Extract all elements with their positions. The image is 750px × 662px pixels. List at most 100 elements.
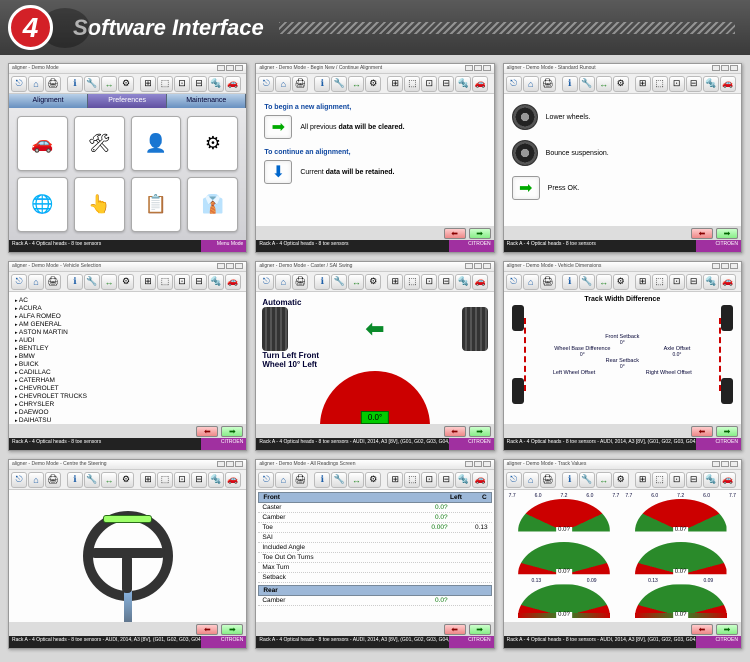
toolbar-button[interactable]: ⎋ [11, 274, 27, 290]
toolbar-button[interactable]: ℹ [562, 472, 578, 488]
forward-button[interactable]: ➡ [221, 426, 243, 437]
vehicle-item[interactable]: CATERHAM [13, 376, 242, 384]
vehicle-item[interactable]: AC [13, 296, 242, 304]
toolbar-button[interactable]: ⬚ [157, 76, 173, 92]
toolbar-button[interactable]: ⊟ [438, 472, 454, 488]
toolbar-button[interactable]: ⊟ [686, 76, 702, 92]
toolbar-button[interactable]: ⊟ [438, 274, 454, 290]
toolbar-button[interactable]: 🚗 [225, 76, 241, 92]
toolbar-button[interactable]: ⚙ [118, 76, 134, 92]
toolbar-button[interactable]: ⚙ [365, 76, 381, 92]
toolbar-button[interactable]: ↔ [348, 76, 364, 92]
window-controls[interactable] [217, 65, 243, 72]
app-icon[interactable]: 👔 [187, 177, 238, 232]
app-icon[interactable]: 📋 [131, 177, 182, 232]
toolbar-button[interactable]: ⌂ [523, 76, 539, 92]
toolbar-button[interactable]: ⊟ [686, 472, 702, 488]
toolbar-button[interactable]: 🔩 [703, 472, 719, 488]
window-controls[interactable] [712, 461, 738, 468]
toolbar-button[interactable]: ⊟ [191, 274, 207, 290]
app-icon[interactable]: 🌐 [17, 177, 68, 232]
toolbar-button[interactable]: ⎋ [11, 472, 27, 488]
toolbar-button[interactable]: ⊡ [421, 472, 437, 488]
toolbar-button[interactable]: 🔩 [208, 76, 224, 92]
toolbar-button[interactable]: ⚙ [365, 472, 381, 488]
forward-button[interactable]: ➡ [469, 624, 491, 635]
vehicle-list[interactable]: ACACURAALFA ROMEOAM GENERALASTON MARTINA… [9, 292, 246, 424]
toolbar-button[interactable]: 🚗 [225, 472, 241, 488]
toolbar-button[interactable]: ℹ [562, 76, 578, 92]
toolbar-button[interactable]: ⊞ [635, 76, 651, 92]
toolbar-button[interactable]: ⚙ [613, 274, 629, 290]
app-icon[interactable]: 👤 [131, 116, 182, 171]
toolbar-button[interactable]: ⌂ [28, 472, 44, 488]
toolbar-button[interactable]: ⬚ [652, 472, 668, 488]
toolbar-button[interactable]: ⊡ [669, 274, 685, 290]
toolbar-button[interactable]: ⌂ [523, 274, 539, 290]
toolbar-button[interactable]: ⊟ [191, 472, 207, 488]
toolbar-button[interactable]: 🖨 [292, 76, 308, 92]
continue-button[interactable]: ⬇ [264, 160, 292, 184]
toolbar-button[interactable]: ⌂ [28, 76, 44, 92]
toolbar-button[interactable]: ⬚ [404, 274, 420, 290]
tab-maintenance[interactable]: Maintenance [167, 94, 246, 108]
toolbar-button[interactable]: ↔ [101, 76, 117, 92]
toolbar-button[interactable]: 🖨 [292, 472, 308, 488]
toolbar-button[interactable]: 🚗 [472, 76, 488, 92]
toolbar-button[interactable]: ℹ [67, 76, 83, 92]
toolbar-button[interactable]: ↔ [348, 274, 364, 290]
app-icon[interactable]: ⚙ [187, 116, 238, 171]
vehicle-item[interactable]: CHRYSLER [13, 400, 242, 408]
toolbar-button[interactable]: 🚗 [720, 76, 736, 92]
toolbar-button[interactable]: ↔ [596, 76, 612, 92]
toolbar-button[interactable]: 🔧 [84, 76, 100, 92]
toolbar-button[interactable]: 🚗 [472, 274, 488, 290]
back-button[interactable]: ⬅ [444, 228, 466, 239]
window-controls[interactable] [712, 65, 738, 72]
toolbar-button[interactable]: 🖨 [45, 76, 61, 92]
toolbar-button[interactable]: 🔧 [84, 472, 100, 488]
toolbar-button[interactable]: 🚗 [720, 472, 736, 488]
toolbar-button[interactable]: ℹ [314, 76, 330, 92]
toolbar-button[interactable]: ⊡ [174, 274, 190, 290]
tab-alignment[interactable]: Alignment [9, 94, 88, 108]
vehicle-item[interactable]: BENTLEY [13, 344, 242, 352]
ok-button[interactable]: ➡ [512, 176, 540, 200]
toolbar-button[interactable]: ⌂ [28, 274, 44, 290]
toolbar-button[interactable]: ⊡ [669, 472, 685, 488]
back-button[interactable]: ⬅ [444, 426, 466, 437]
vehicle-item[interactable]: DAIHATSU [13, 416, 242, 424]
toolbar-button[interactable]: 🖨 [45, 274, 61, 290]
toolbar-button[interactable]: 🔧 [579, 76, 595, 92]
back-button[interactable]: ⬅ [691, 228, 713, 239]
toolbar-button[interactable]: ⊡ [174, 472, 190, 488]
toolbar-button[interactable]: ⌂ [275, 274, 291, 290]
toolbar-button[interactable]: ⊞ [140, 274, 156, 290]
window-controls[interactable] [217, 461, 243, 468]
toolbar-button[interactable]: ⌂ [523, 472, 539, 488]
toolbar-button[interactable]: 🔧 [331, 76, 347, 92]
toolbar-button[interactable]: ⊞ [387, 472, 403, 488]
back-button[interactable]: ⬅ [444, 624, 466, 635]
toolbar-button[interactable]: ℹ [562, 274, 578, 290]
toolbar-button[interactable]: 🔧 [84, 274, 100, 290]
toolbar-button[interactable]: ⎋ [506, 472, 522, 488]
toolbar-button[interactable]: ⎋ [506, 76, 522, 92]
toolbar-button[interactable]: ⊡ [174, 76, 190, 92]
vehicle-item[interactable]: BMW [13, 352, 242, 360]
tab-preferences[interactable]: Preferences [88, 94, 167, 108]
vehicle-item[interactable]: CADILLAC [13, 368, 242, 376]
toolbar-button[interactable]: ⊞ [635, 472, 651, 488]
toolbar-button[interactable]: 🔩 [455, 76, 471, 92]
back-button[interactable]: ⬅ [196, 624, 218, 635]
toolbar-button[interactable]: 🔩 [455, 472, 471, 488]
begin-button[interactable]: ➡ [264, 115, 292, 139]
toolbar-button[interactable]: ⊡ [421, 76, 437, 92]
toolbar-button[interactable]: ℹ [314, 472, 330, 488]
toolbar-button[interactable]: ⬚ [157, 274, 173, 290]
toolbar-button[interactable]: ⊡ [421, 274, 437, 290]
toolbar-button[interactable]: ⎋ [11, 76, 27, 92]
vehicle-item[interactable]: ACURA [13, 304, 242, 312]
toolbar-button[interactable]: 🚗 [720, 274, 736, 290]
forward-button[interactable]: ➡ [716, 228, 738, 239]
